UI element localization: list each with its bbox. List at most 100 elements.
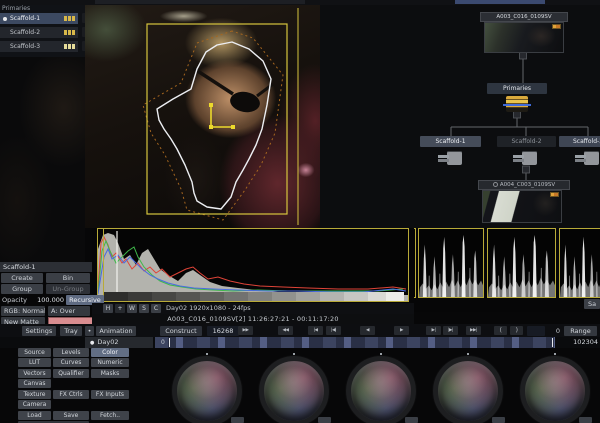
- mode-plus-button[interactable]: +: [115, 304, 125, 313]
- menu-button-numeric[interactable]: Numeric: [91, 358, 129, 367]
- menu-button-canvas[interactable]: Canvas: [18, 379, 51, 388]
- primaries-node[interactable]: Primaries: [487, 83, 547, 94]
- layer-color-chip[interactable]: [64, 30, 75, 35]
- fast-forward-button[interactable]: ▶▶: [238, 326, 253, 335]
- menu-button-qualifier[interactable]: Qualifier: [53, 369, 89, 378]
- source-clip-thumbnail[interactable]: [484, 22, 564, 53]
- menu-button-save[interactable]: Save: [53, 411, 89, 420]
- go-to-end-button[interactable]: ▶▶|: [466, 326, 481, 335]
- color-wheel-4[interactable]: [433, 356, 503, 423]
- color-wheel-5[interactable]: [520, 356, 590, 423]
- menu-button-fx-ctrls[interactable]: FX Ctrls: [53, 390, 89, 399]
- scaffold-2-node[interactable]: Scaffold-2: [497, 136, 556, 147]
- construct-button[interactable]: Construct: [160, 326, 202, 336]
- next-keyframe-button[interactable]: |▶|: [443, 326, 458, 335]
- axis-gizmo[interactable]: [211, 105, 233, 127]
- menu-button-masks[interactable]: Masks: [91, 369, 129, 378]
- current-frame-field[interactable]: 16268: [207, 326, 239, 336]
- waveform-panel-1[interactable]: [418, 228, 484, 298]
- roto-bounding-box[interactable]: [147, 24, 287, 214]
- layer-row-scaffold-2[interactable]: Scaffold-2: [0, 27, 78, 38]
- scaffold-1-node[interactable]: Scaffold-1: [420, 136, 481, 147]
- color-wheel-2[interactable]: [259, 356, 329, 423]
- bin-button[interactable]: Bin: [46, 273, 90, 283]
- gizmo-handle[interactable]: [209, 125, 213, 129]
- menu-button-color[interactable]: Color: [91, 348, 129, 357]
- menu-button-camera[interactable]: Camera: [18, 400, 51, 409]
- timecode-readout: A003_C016_0109SV[2] 11:26:27:21 - 00:11:…: [92, 314, 414, 324]
- output-clip-thumbnail[interactable]: [482, 190, 562, 223]
- mode-c-button[interactable]: C: [151, 304, 161, 313]
- group-button[interactable]: Group: [1, 284, 43, 294]
- create-button[interactable]: Create: [1, 273, 43, 283]
- timeline-strip[interactable]: 0: [155, 337, 555, 348]
- tray-button[interactable]: Tray: [60, 326, 82, 336]
- rewind-button[interactable]: ◀◀: [278, 326, 293, 335]
- menu-button-source[interactable]: Source: [18, 348, 51, 357]
- histogram-inner-border: [103, 228, 104, 302]
- menu-button-fetch[interactable]: Fetch..: [91, 411, 129, 420]
- menu-button-curves[interactable]: Curves: [53, 358, 89, 367]
- mode-w-button[interactable]: W: [127, 304, 137, 313]
- gizmo-handle[interactable]: [209, 103, 213, 107]
- wheel-reset-button[interactable]: [579, 417, 592, 423]
- layer-row-scaffold-3[interactable]: Scaffold-3: [0, 41, 78, 52]
- node-graph[interactable]: A003_C016_0109SV Primaries Scaffold-1 Sc…: [320, 5, 600, 228]
- wheel-reset-button[interactable]: [231, 417, 244, 423]
- menu-button-fx-inputs[interactable]: FX Inputs: [91, 390, 129, 399]
- opacity-value[interactable]: 100.000: [30, 295, 64, 305]
- play-button[interactable]: ▶: [394, 326, 409, 335]
- track-label[interactable]: ●Day02: [85, 337, 153, 348]
- menu-button-texture[interactable]: Texture: [18, 390, 51, 399]
- animation-button[interactable]: Animation: [96, 326, 136, 336]
- scaffold-2-node-icon[interactable]: [511, 150, 541, 167]
- strip-start-frame: 0: [161, 337, 165, 348]
- roto-spline[interactable]: [157, 42, 271, 209]
- output-clip-node-header[interactable]: A004_C003_0109SV: [478, 180, 570, 190]
- previous-keyframe-button[interactable]: |◀|: [326, 326, 341, 335]
- rgb-blend-mode-button[interactable]: RGB: Normal: [1, 306, 45, 316]
- gizmo-handle[interactable]: [231, 125, 235, 129]
- color-wheel-1[interactable]: [172, 356, 242, 423]
- top-strip-highlight: [455, 0, 545, 4]
- waveform-panel-3[interactable]: [559, 228, 600, 298]
- layer-color-chip[interactable]: [64, 44, 75, 49]
- menu-button-lut[interactable]: LUT: [18, 358, 51, 367]
- primaries-node-icon[interactable]: [506, 96, 528, 112]
- loop-in-button[interactable]: (: [494, 326, 507, 335]
- ungroup-button[interactable]: Un-Group: [46, 284, 90, 294]
- menu-button-vectors[interactable]: Vectors: [18, 369, 51, 378]
- settings-button[interactable]: Settings: [22, 326, 56, 336]
- scaffold-3-node-icon[interactable]: [573, 150, 600, 167]
- wheel-reset-button[interactable]: [492, 417, 505, 423]
- roto-overlay: [85, 5, 320, 228]
- playhead-tick[interactable]: [169, 338, 170, 347]
- histogram-frame[interactable]: [97, 228, 409, 302]
- save-button-partial[interactable]: Sa: [584, 299, 600, 309]
- scaffold-1-node-icon[interactable]: [436, 150, 466, 167]
- layer-color-chip[interactable]: [64, 16, 75, 21]
- waveform-panel-2[interactable]: [487, 228, 556, 298]
- loop-out-button[interactable]: ): [510, 326, 523, 335]
- mode-h-button[interactable]: H: [103, 304, 113, 313]
- wheel-reset-button[interactable]: [405, 417, 418, 423]
- step-back-button[interactable]: ◀: [360, 326, 375, 335]
- mode-s-button[interactable]: S: [139, 304, 149, 313]
- wheel-reset-button[interactable]: [318, 417, 331, 423]
- clip-color-chip: [552, 24, 561, 29]
- alpha-blend-mode-button[interactable]: A: Over: [48, 306, 90, 316]
- step-forward-button[interactable]: ▶|: [426, 326, 441, 335]
- menu-button-levels[interactable]: Levels: [53, 348, 89, 357]
- go-to-start-button[interactable]: |◀: [308, 326, 323, 335]
- clip-info-text: Day02 1920x1080 - 24fps: [166, 304, 251, 313]
- tray-dot-button[interactable]: •: [85, 326, 94, 336]
- layer-row-scaffold-1[interactable]: Scaffold-1: [0, 13, 78, 24]
- waveform-panel-partial[interactable]: [414, 228, 416, 298]
- color-wheel-3[interactable]: [346, 356, 416, 423]
- image-viewer[interactable]: [85, 5, 320, 228]
- menu-button-load[interactable]: Load: [18, 411, 51, 420]
- source-clip-node-header[interactable]: A003_C016_0109SV: [480, 12, 568, 22]
- range-button[interactable]: Range: [564, 326, 597, 336]
- scaffold-3-node[interactable]: Scaffold-3: [559, 136, 600, 147]
- offset-field[interactable]: [527, 326, 545, 336]
